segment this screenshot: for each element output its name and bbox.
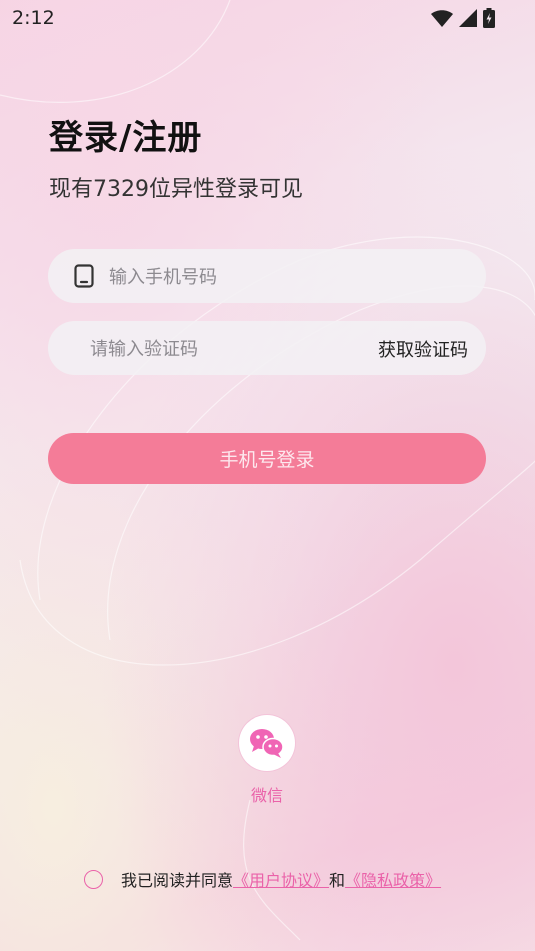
status-icons [431, 8, 495, 28]
wifi-icon [431, 9, 453, 27]
phone-field [48, 249, 486, 303]
privacy-policy-link[interactable]: 《隐私政策》 [345, 867, 441, 891]
status-bar: 2:12 [0, 0, 535, 36]
wechat-login-button[interactable] [239, 715, 295, 771]
get-code-button[interactable]: 获取验证码 [378, 336, 468, 362]
verification-code-input[interactable] [88, 334, 352, 364]
agree-checkbox[interactable] [84, 869, 103, 889]
agreement-row: 我已阅读并同意 《用户协议》 和 《隐私政策》 [84, 867, 441, 891]
phone-input[interactable] [107, 262, 441, 292]
battery-charging-icon [483, 8, 495, 28]
page-subtitle: 现有7329位异性登录可见 [49, 177, 303, 202]
page-title: 登录/注册 [49, 118, 203, 158]
phone-icon [74, 264, 94, 288]
agreement-prefix: 我已阅读并同意 [121, 871, 234, 890]
wechat-icon [250, 729, 284, 758]
wechat-label: 微信 [250, 786, 283, 805]
agreement-and: 和 [329, 871, 346, 890]
phone-login-button[interactable]: 手机号登录 [48, 433, 486, 484]
code-field: 获取验证码 [48, 321, 486, 375]
signal-icon [459, 9, 477, 27]
status-time: 2:12 [12, 7, 55, 29]
user-agreement-link[interactable]: 《用户协议》 [233, 867, 329, 891]
